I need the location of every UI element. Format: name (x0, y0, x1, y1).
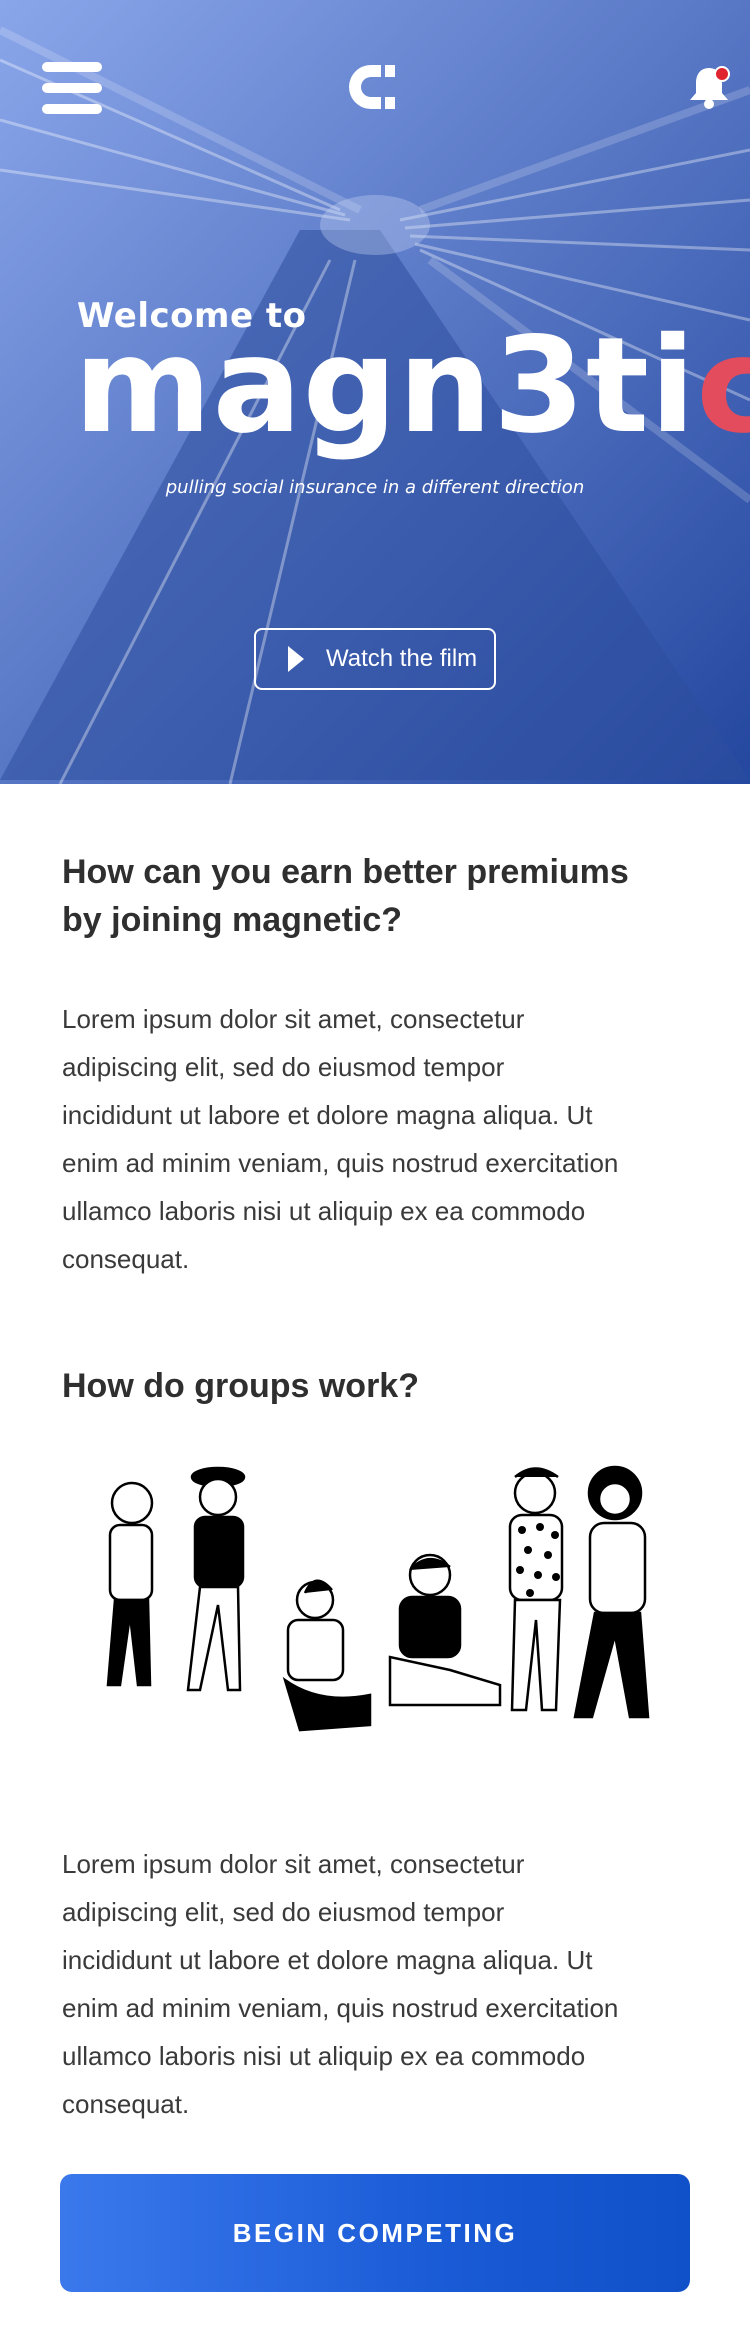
watch-film-button[interactable]: Watch the film (254, 628, 496, 690)
menu-bar-middle (42, 83, 102, 93)
heading-line-1: How can you earn better premiums (62, 853, 629, 891)
section-groups-heading: How do groups work? (62, 1367, 419, 1405)
body-line: adipiscing elit, sed do eiusmod tempor (62, 1052, 505, 1082)
body-line: ullamco laboris nisi ut aliquip ex ea co… (62, 2041, 586, 2071)
body-line: Lorem ipsum dolor sit amet, consectetur (62, 1849, 525, 1879)
begin-competing-button[interactable]: BEGIN COMPETING (60, 2174, 690, 2292)
magnet-logo-icon[interactable] (345, 57, 405, 117)
section-groups-paragraph: Lorem ipsum dolor sit amet, consectetur … (62, 1840, 688, 2128)
brand-wordmark-main: magn3ti (74, 309, 697, 463)
tagline: pulling social insurance in a different … (165, 477, 585, 498)
hero-banner: Welcome to magn3tic pulling social insur… (0, 0, 750, 784)
body-line: incididunt ut labore et dolore magna ali… (62, 1100, 593, 1130)
notification-badge (714, 66, 730, 82)
section-premiums-heading: How can you earn better premiums by join… (62, 848, 688, 944)
watch-film-label: Watch the film (326, 645, 478, 672)
bell-icon[interactable] (684, 62, 734, 112)
body-line: enim ad minim veniam, quis nostrud exerc… (62, 1993, 619, 2023)
body-line: enim ad minim veniam, quis nostrud exerc… (62, 1148, 619, 1178)
section-groups-body: Lorem ipsum dolor sit amet, consectetur … (62, 1840, 688, 2128)
body-line: incididunt ut labore et dolore magna ali… (62, 1945, 593, 1975)
section-premiums-paragraph: Lorem ipsum dolor sit amet, consectetur … (62, 995, 688, 1283)
body-line: consequat. (62, 1244, 190, 1274)
section-premiums-body: Lorem ipsum dolor sit amet, consectetur … (62, 995, 688, 1283)
play-icon (288, 646, 304, 672)
section-premiums: How can you earn better premiums by join… (62, 848, 688, 944)
section-groups: How do groups work? (62, 1362, 688, 1410)
menu-bar-top (42, 62, 102, 72)
brand-wordmark-accent: c (696, 309, 750, 463)
menu-button[interactable] (42, 62, 102, 114)
body-line: consequat. (62, 2089, 190, 2119)
brand-wordmark: magn3tic (74, 320, 750, 452)
group-of-people-illustration (106, 1465, 650, 1732)
body-line: ullamco laboris nisi ut aliquip ex ea co… (62, 1196, 586, 1226)
heading-line-2: by joining magnetic? (62, 901, 403, 939)
body-line: Lorem ipsum dolor sit amet, consectetur (62, 1004, 525, 1034)
body-line: adipiscing elit, sed do eiusmod tempor (62, 1897, 505, 1927)
menu-bar-bottom (42, 104, 102, 114)
